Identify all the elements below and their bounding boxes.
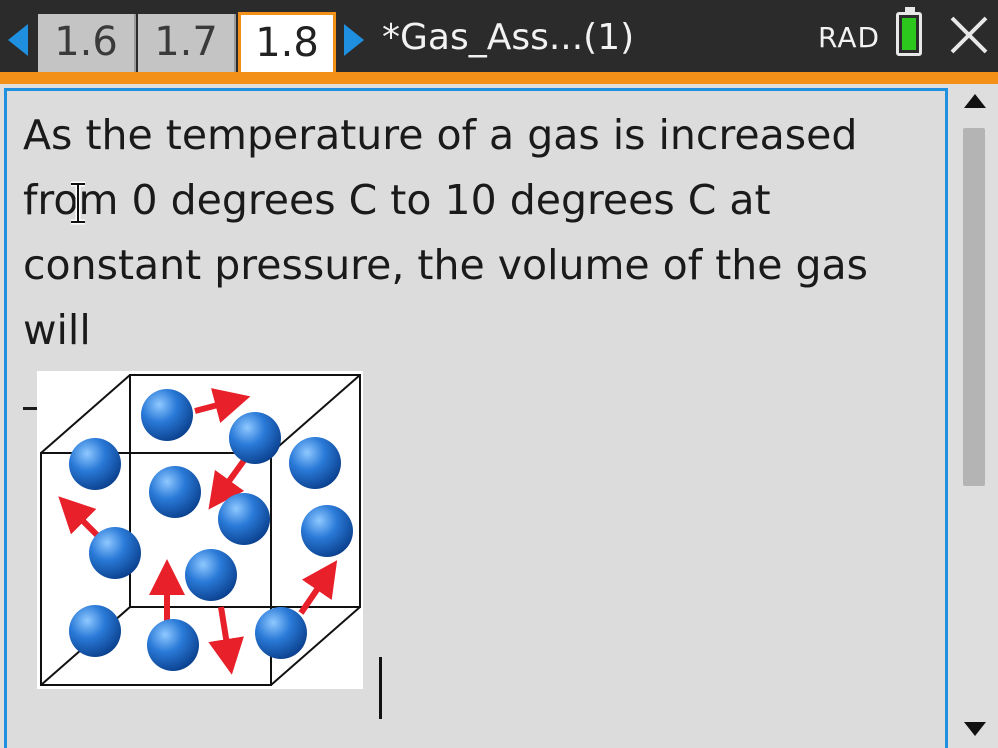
tab-1-8[interactable]: 1.8 [238,12,336,74]
battery-level [902,18,916,50]
close-icon[interactable] [948,14,990,56]
battery-icon [896,7,922,56]
angle-mode-indicator: RAD [818,21,881,54]
tab-1-6[interactable]: 1.6 [38,14,136,72]
vertical-scrollbar[interactable] [954,84,998,748]
scroll-down-icon[interactable] [964,722,986,736]
document-title: *Gas_Ass...(1) [382,17,635,58]
gas-molecules-cube-image [37,371,363,689]
previous-page-icon[interactable] [8,24,28,56]
ibeam-cursor-icon [71,181,85,225]
notes-editor[interactable]: As the temperature of a gas is increased… [4,88,948,748]
scroll-up-icon[interactable] [964,94,986,108]
scroll-thumb[interactable] [963,128,985,486]
tab-1-7[interactable]: 1.7 [138,14,236,72]
text-insertion-cursor [379,657,382,719]
document-page: As the temperature of a gas is increased… [0,84,998,748]
question-body: As the temperature of a gas is increased… [23,111,882,354]
top-bar: 1.6 1.7 1.8 *Gas_Ass...(1) RAD [0,0,998,74]
next-page-icon[interactable] [344,24,364,56]
tab-underline-bar [0,72,998,84]
